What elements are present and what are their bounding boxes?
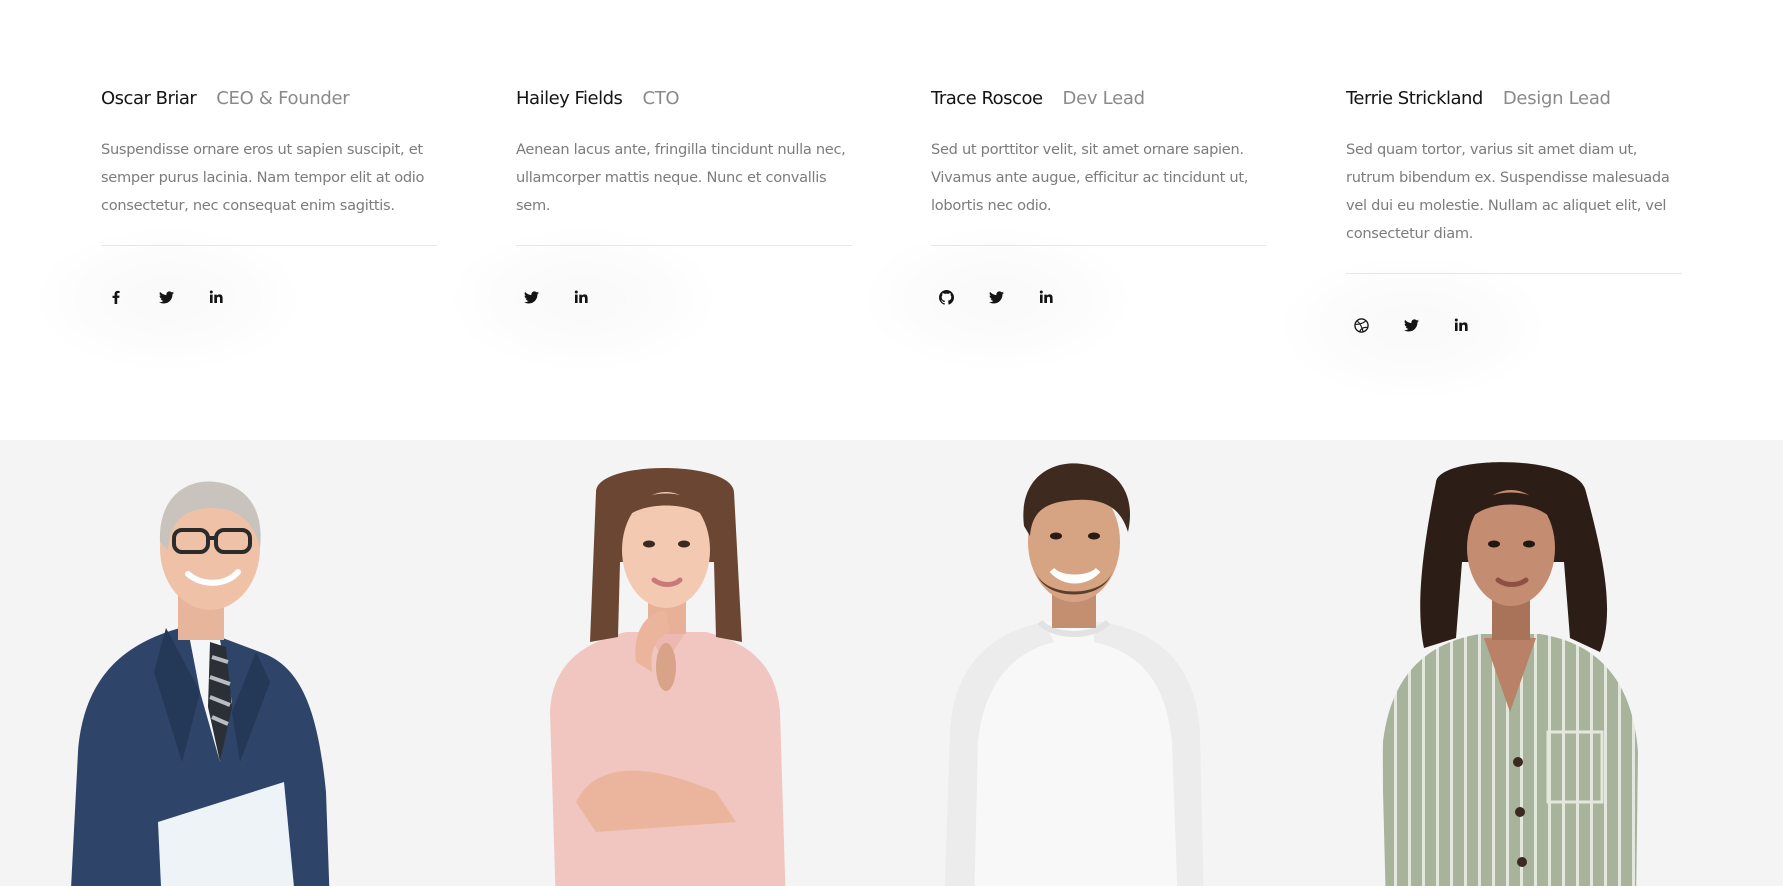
- linkedin-button[interactable]: [558, 274, 604, 320]
- member-name: Terrie Strickland: [1346, 88, 1483, 109]
- member-bio: Suspendisse ornare eros ut sapien suscip…: [101, 141, 425, 214]
- portrait-hailey-fields: [536, 462, 796, 886]
- member-bio: Sed quam tortor, varius sit amet diam ut…: [1346, 141, 1670, 242]
- twitter-button[interactable]: [508, 274, 554, 320]
- member-role: CTO: [642, 88, 680, 109]
- github-button[interactable]: [923, 274, 969, 320]
- facebook-button[interactable]: [93, 274, 139, 320]
- team-member-trace-roscoe: Trace Roscoe Dev Lead Sed ut porttitor v…: [863, 88, 1267, 372]
- social-links: [33, 226, 303, 372]
- twitter-icon: [1403, 318, 1419, 332]
- member-bio: Aenean lacus ante, fringilla tincidunt n…: [516, 141, 846, 214]
- twitter-button[interactable]: [973, 274, 1019, 320]
- linkedin-icon: [1454, 318, 1468, 332]
- team-member-oscar-briar: Oscar Briar CEO & Founder Suspendisse or…: [33, 88, 437, 372]
- linkedin-icon: [1039, 290, 1053, 304]
- member-role: Design Lead: [1502, 88, 1611, 109]
- team-photos: [0, 440, 1783, 886]
- linkedin-icon: [209, 290, 223, 304]
- dribbble-button[interactable]: [1338, 302, 1384, 348]
- twitter-icon: [158, 290, 174, 304]
- portrait-trace-roscoe: [944, 462, 1204, 886]
- facebook-icon: [109, 290, 123, 304]
- twitter-button[interactable]: [143, 274, 189, 320]
- member-header: Hailey Fields CTO: [516, 88, 852, 114]
- member-role: Dev Lead: [1062, 88, 1145, 109]
- linkedin-button[interactable]: [193, 274, 239, 320]
- github-icon: [938, 289, 954, 305]
- team-member-terrie-strickland: Terrie Strickland Design Lead Sed quam t…: [1278, 88, 1682, 400]
- team-section: Oscar Briar CEO & Founder Suspendisse or…: [0, 0, 1783, 440]
- dribbble-icon: [1353, 317, 1369, 333]
- member-role: CEO & Founder: [216, 88, 350, 109]
- portrait-oscar-briar: [70, 462, 330, 886]
- twitter-button[interactable]: [1388, 302, 1434, 348]
- linkedin-button[interactable]: [1023, 274, 1069, 320]
- member-bio: Sed ut porttitor velit, sit amet ornare …: [931, 141, 1249, 214]
- member-name: Hailey Fields: [516, 88, 623, 109]
- social-links: [863, 226, 1133, 372]
- portrait-terrie-strickland: [1380, 462, 1640, 886]
- member-name: Trace Roscoe: [931, 88, 1043, 109]
- linkedin-button[interactable]: [1438, 302, 1484, 348]
- member-header: Trace Roscoe Dev Lead: [931, 88, 1267, 114]
- twitter-icon: [523, 290, 539, 304]
- social-links: [1278, 254, 1548, 400]
- linkedin-icon: [574, 290, 588, 304]
- social-links: [448, 226, 718, 372]
- member-header: Oscar Briar CEO & Founder: [101, 88, 437, 114]
- member-header: Terrie Strickland Design Lead: [1346, 88, 1682, 114]
- member-name: Oscar Briar: [101, 88, 197, 109]
- team-member-hailey-fields: Hailey Fields CTO Aenean lacus ante, fri…: [448, 88, 852, 372]
- twitter-icon: [988, 290, 1004, 304]
